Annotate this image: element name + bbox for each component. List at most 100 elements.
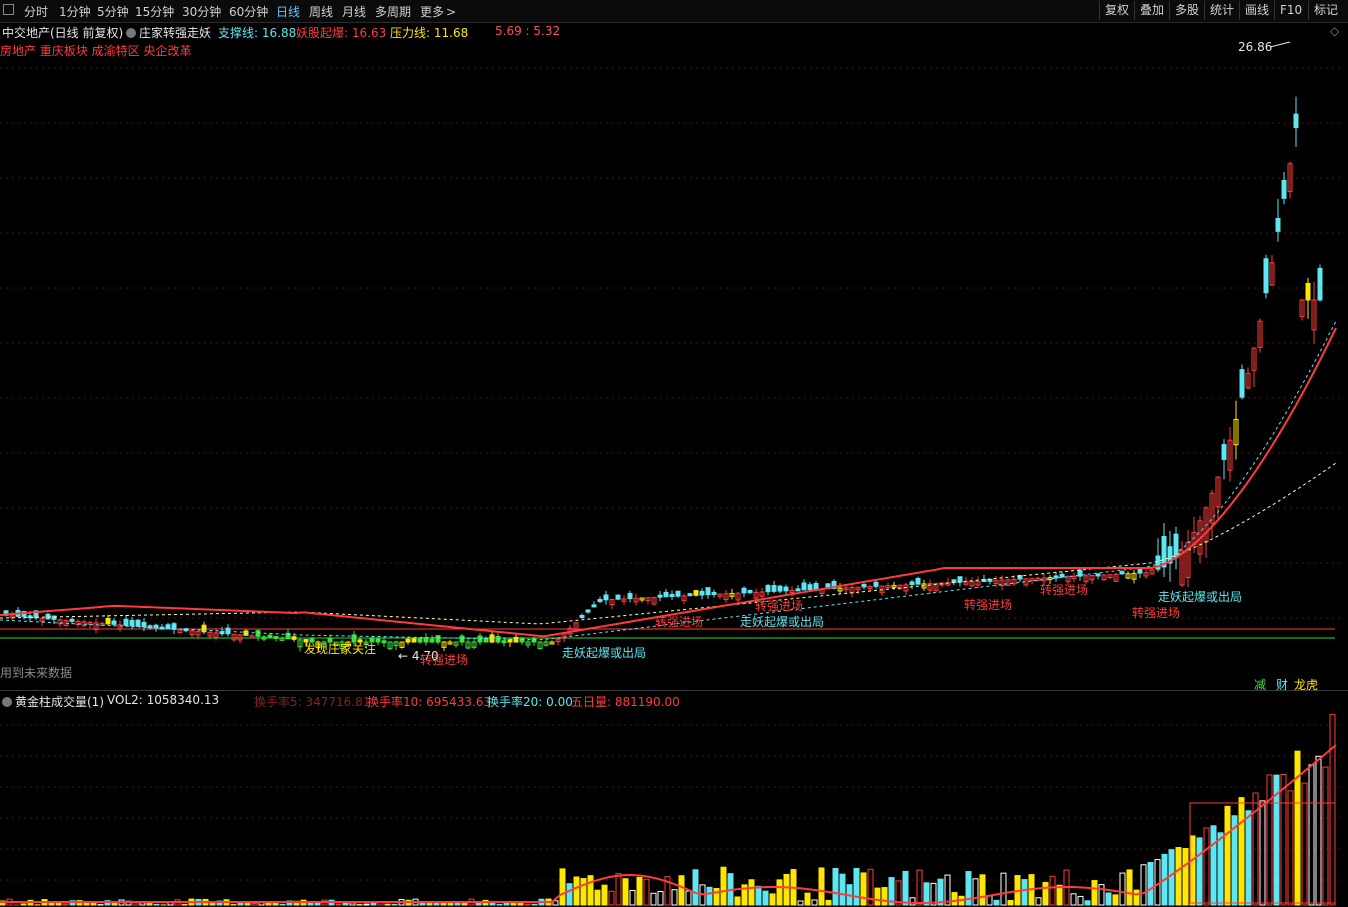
circle-chevron-icon xyxy=(2,697,12,707)
volume-bar xyxy=(496,903,503,906)
turnover10-value: 换手率10: 695433.63 xyxy=(367,695,492,709)
candle-body xyxy=(687,593,693,597)
volume-bar xyxy=(1329,714,1336,906)
volume-bar xyxy=(678,875,685,906)
volume-bar xyxy=(1119,872,1126,906)
candle-body xyxy=(741,587,747,594)
volume-bar xyxy=(951,892,958,906)
volume-bar xyxy=(1000,872,1007,906)
volume-bar xyxy=(657,890,664,906)
volume-bar xyxy=(615,873,622,906)
candle-body xyxy=(771,585,777,592)
volume-bar xyxy=(580,878,587,906)
candle-body xyxy=(807,584,813,591)
volume-bar xyxy=(132,902,139,906)
volume-bar xyxy=(153,903,160,906)
volume-bar xyxy=(629,889,636,906)
volume-bar xyxy=(349,902,356,906)
volume-bar xyxy=(643,878,650,906)
candle-body xyxy=(435,635,441,643)
volume-bar xyxy=(608,890,615,906)
volume-bar xyxy=(1245,810,1252,906)
volume-bar xyxy=(237,902,244,906)
candle-body xyxy=(405,638,411,643)
volume-bar xyxy=(272,902,279,906)
volume-bar xyxy=(1210,825,1217,906)
volume-bar xyxy=(62,903,69,906)
volume-bar xyxy=(797,900,804,906)
candle-body xyxy=(585,609,591,613)
panel-divider[interactable] xyxy=(0,690,1348,691)
candle-body xyxy=(1059,573,1065,578)
candle-body xyxy=(951,579,957,583)
candle-body xyxy=(915,577,921,585)
candle-body xyxy=(411,638,417,643)
kline-chart[interactable]: 26.86← 4.70发现庄家关注转强进场 走妖起爆或出局转强进场转强进场走妖起爆… xyxy=(0,0,1348,907)
candle-body xyxy=(579,614,585,618)
volume-bar xyxy=(748,879,755,906)
candle-body xyxy=(273,635,279,639)
indicator-header[interactable]: 庄家转强走妖 xyxy=(126,24,211,41)
candle-body xyxy=(381,640,387,644)
indicator-name: 庄家转强走妖 xyxy=(139,26,212,40)
volume-bar xyxy=(622,878,629,906)
volume-bar xyxy=(111,902,118,906)
signal-annotation: 转强进场 xyxy=(964,597,1012,612)
candle-body xyxy=(795,588,801,592)
volume-bar xyxy=(1147,861,1154,906)
ma-yellow-line xyxy=(0,462,1337,625)
circle-chevron-icon xyxy=(126,28,136,38)
volume-bar xyxy=(1203,827,1210,906)
future-data-note: 用到未来数据 xyxy=(0,666,73,680)
volume-ma-line xyxy=(0,744,1337,905)
candle-body xyxy=(705,587,711,596)
volume-bar xyxy=(1007,899,1014,906)
volume-bar xyxy=(433,902,440,906)
volume-bar xyxy=(1042,881,1049,906)
volume-bar xyxy=(734,896,741,906)
volume-bar xyxy=(356,903,363,906)
volume-bar xyxy=(874,887,881,906)
candle-body xyxy=(201,624,207,633)
volume-header[interactable]: 黄金柱成交量(1) xyxy=(2,693,104,710)
candle-body xyxy=(699,590,705,596)
volume-bar xyxy=(1224,805,1231,906)
candle-body xyxy=(1293,113,1299,129)
volume-bar xyxy=(776,879,783,906)
volume-bar xyxy=(839,873,846,906)
volume-bar xyxy=(1175,847,1182,906)
volume-bar xyxy=(181,903,188,906)
candle-body xyxy=(1281,179,1287,199)
volume-bar xyxy=(573,876,580,906)
candle-body xyxy=(1119,571,1125,575)
candle-body xyxy=(1275,217,1281,232)
candle-body xyxy=(627,592,633,600)
volume-bar xyxy=(279,903,286,906)
candle-body xyxy=(123,618,129,626)
volume-bar xyxy=(1070,893,1077,906)
high-price-marker: 26.86 xyxy=(1238,40,1272,54)
volume-bar xyxy=(1112,894,1119,906)
volume-bar xyxy=(587,875,594,906)
candle-body xyxy=(747,589,753,594)
signal-annotation: 走妖起爆或出局 xyxy=(1158,590,1242,604)
volume-bar xyxy=(1056,884,1063,906)
diamond-icon[interactable]: ◇ xyxy=(1330,24,1339,38)
candle-body xyxy=(69,618,75,622)
volume-bar xyxy=(391,903,398,906)
volume-bar xyxy=(1126,869,1133,906)
volume-bar xyxy=(636,876,643,906)
volume-bar xyxy=(832,867,839,906)
volume-bar xyxy=(685,890,692,906)
explode-value: 妖股起爆: 16.63 xyxy=(296,26,387,40)
turnover5-value: 换手率5: 347716.81 xyxy=(254,695,371,709)
volume-bar xyxy=(986,895,993,906)
candle-body xyxy=(507,639,513,643)
candle-body xyxy=(597,599,603,603)
candle-body xyxy=(291,636,297,640)
volume-bar xyxy=(1294,750,1301,906)
candle-body xyxy=(111,620,117,625)
volume-bar xyxy=(384,903,391,906)
candle-body xyxy=(675,590,681,597)
signal-annotation: 转强进场 xyxy=(755,598,803,613)
